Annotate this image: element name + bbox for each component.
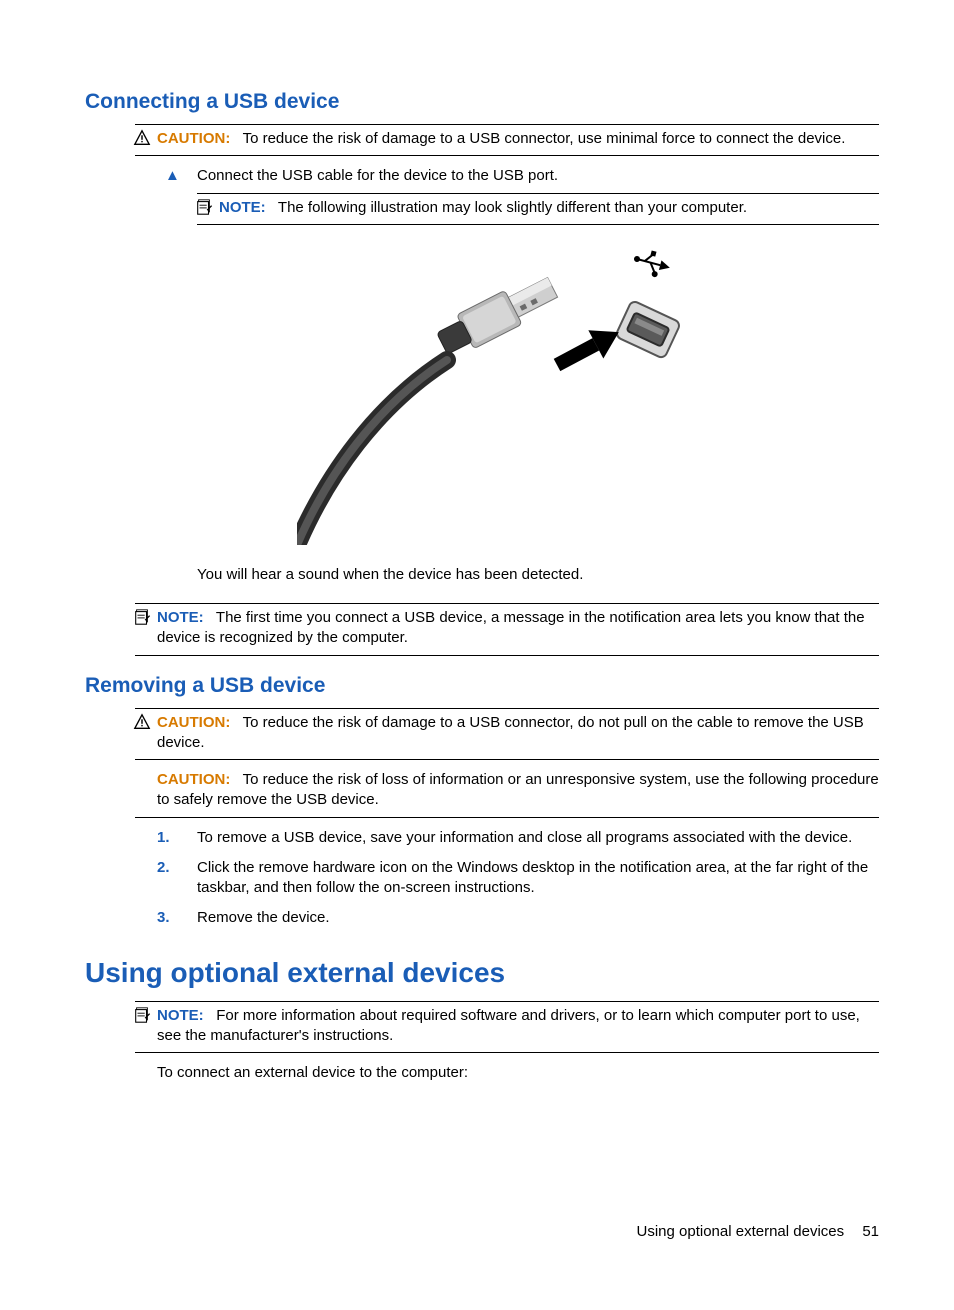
caution-box-3: CAUTION: To reduce the risk of loss of i…: [135, 766, 879, 818]
note-box-3: NOTE: For more information about require…: [135, 1001, 879, 1054]
heading-connecting-usb: Connecting a USB device: [85, 90, 879, 114]
caution-label: CAUTION:: [157, 714, 230, 731]
page-number: 51: [862, 1223, 879, 1240]
triangle-bullet-icon: ▲: [165, 166, 180, 186]
usb-illustration: [135, 245, 879, 549]
list-item: 1. To remove a USB device, save your inf…: [135, 824, 879, 854]
note-text: The following illustration may look slig…: [278, 199, 747, 216]
list-item: 2. Click the remove hardware icon on the…: [135, 854, 879, 905]
step-number: 1.: [157, 828, 170, 848]
note-label: NOTE:: [157, 609, 204, 626]
step-text: To remove a USB device, save your inform…: [197, 828, 879, 848]
heading-removing-usb: Removing a USB device: [85, 674, 879, 698]
note-text: The first time you connect a USB device,…: [157, 609, 865, 646]
note-icon: [133, 1006, 151, 1025]
intro-text: To connect an external device to the com…: [157, 1063, 879, 1083]
note-label: NOTE:: [157, 1007, 204, 1024]
step-text: Remove the device.: [197, 908, 879, 928]
step-number: 3.: [157, 908, 170, 928]
caution-box: CAUTION: To reduce the risk of damage to…: [135, 124, 879, 156]
caution-box-2: CAUTION: To reduce the risk of damage to…: [135, 708, 879, 761]
caution-text: To reduce the risk of loss of informatio…: [157, 771, 879, 808]
caution-text: To reduce the risk of damage to a USB co…: [157, 714, 864, 751]
caution-text: To reduce the risk of damage to a USB co…: [243, 130, 846, 147]
page-footer: Using optional external devices 51: [85, 1223, 879, 1240]
step-text: Connect the USB cable for the device to …: [197, 166, 879, 186]
caution-icon: [133, 129, 151, 148]
note-text: For more information about required soft…: [157, 1007, 860, 1044]
list-item: 3. Remove the device.: [135, 904, 879, 934]
caution-label: CAUTION:: [157, 130, 230, 147]
note-label: NOTE:: [219, 199, 266, 216]
footer-section-name: Using optional external devices: [637, 1223, 845, 1240]
heading-external-devices: Using optional external devices: [85, 957, 879, 989]
step-number: 2.: [157, 858, 170, 878]
note-box-2: NOTE: The first time you connect a USB d…: [135, 603, 879, 656]
note-icon: [195, 198, 213, 217]
single-step: ▲ Connect the USB cable for the device t…: [135, 162, 879, 192]
step-text: Click the remove hardware icon on the Wi…: [197, 858, 879, 899]
caution-label: CAUTION:: [157, 771, 230, 788]
note-box: NOTE: The following illustration may loo…: [197, 193, 879, 225]
after-image-text: You will hear a sound when the device ha…: [197, 565, 879, 585]
caution-icon: [133, 713, 151, 732]
note-icon: [133, 608, 151, 627]
